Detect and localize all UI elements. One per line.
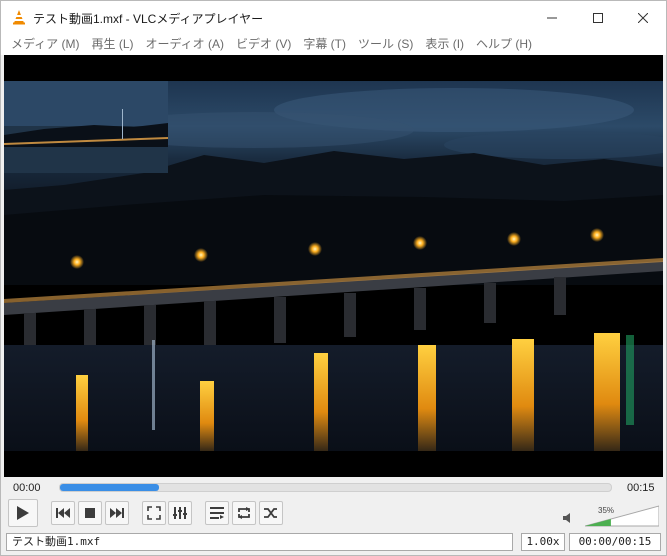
stop-icon [85, 508, 95, 518]
volume-percent: 35% [598, 506, 615, 515]
playback-speed[interactable]: 1.00x [521, 533, 565, 551]
seek-bar[interactable] [59, 483, 612, 492]
menu-subtitle[interactable]: 字幕 (T) [297, 34, 352, 55]
shuffle-icon [264, 508, 277, 518]
menu-tools[interactable]: ツール (S) [352, 34, 419, 55]
maximize-button[interactable] [575, 1, 621, 34]
elapsed-time: 00:00 [13, 482, 41, 494]
loop-button[interactable] [232, 501, 256, 525]
fullscreen-button[interactable] [142, 501, 166, 525]
fullscreen-icon [147, 506, 161, 520]
loop-icon [238, 507, 250, 519]
menu-playback[interactable]: 再生 (L) [85, 34, 139, 55]
equalizer-icon [173, 507, 187, 519]
menu-help[interactable]: ヘルプ (H) [470, 34, 538, 55]
skip-back-icon [56, 508, 70, 518]
minimize-button[interactable] [529, 1, 575, 34]
vlc-window: テスト動画1.mxf - VLCメディアプレイヤー メディア (M) 再生 (L… [0, 0, 667, 556]
status-filename: テスト動画1.mxf [6, 533, 513, 551]
play-icon [17, 506, 29, 520]
playlist-button[interactable] [205, 501, 229, 525]
seek-progress [60, 484, 159, 491]
close-icon [638, 12, 648, 23]
title-bar: テスト動画1.mxf - VLCメディアプレイヤー [1, 1, 666, 34]
next-button[interactable] [105, 501, 129, 525]
extended-settings-button[interactable] [168, 501, 192, 525]
maximize-icon [593, 12, 603, 23]
window-title: テスト動画1.mxf - VLCメディアプレイヤー [33, 12, 264, 26]
menu-view[interactable]: 表示 (I) [419, 34, 470, 55]
minimize-icon [547, 17, 557, 18]
menu-media[interactable]: メディア (M) [5, 34, 85, 55]
volume-slider[interactable] [585, 505, 659, 527]
menu-video[interactable]: ビデオ (V) [230, 34, 297, 55]
close-button[interactable] [620, 1, 666, 34]
video-area[interactable] [4, 55, 663, 477]
playlist-icon [210, 507, 224, 519]
status-time[interactable]: 00:00/00:15 [569, 533, 661, 551]
menu-bar: メディア (M) 再生 (L) オーディオ (A) ビデオ (V) 字幕 (T)… [1, 34, 666, 55]
stop-button[interactable] [78, 501, 102, 525]
speaker-icon[interactable] [563, 512, 575, 524]
video-frame [4, 55, 663, 477]
menu-audio[interactable]: オーディオ (A) [140, 34, 231, 55]
total-time: 00:15 [627, 482, 655, 494]
shuffle-button[interactable] [259, 501, 283, 525]
play-button[interactable] [8, 499, 38, 527]
vlc-cone-icon [13, 10, 25, 25]
skip-forward-icon [110, 508, 124, 518]
previous-button[interactable] [51, 501, 75, 525]
